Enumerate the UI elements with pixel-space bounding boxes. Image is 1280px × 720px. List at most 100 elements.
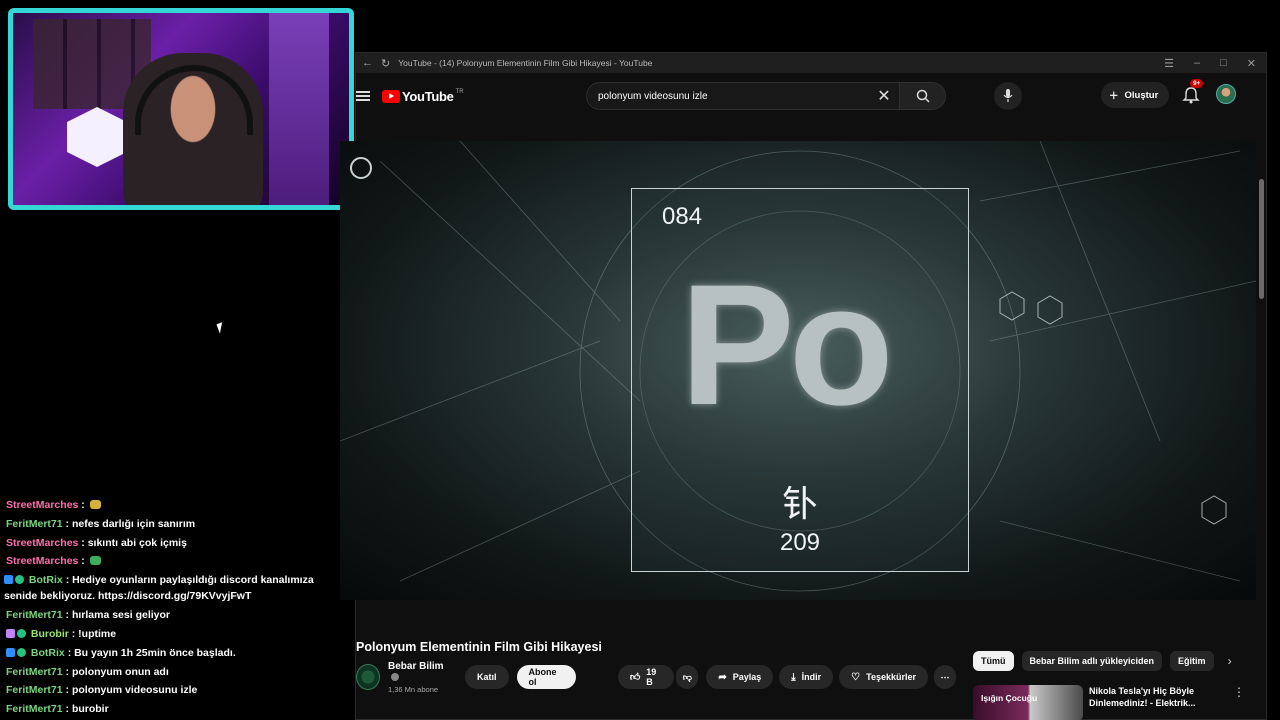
share-button[interactable]: ➦ Paylaş — [706, 665, 774, 689]
reload-icon[interactable]: ↻ — [381, 57, 390, 70]
search-input[interactable] — [587, 83, 869, 109]
related-filter-chips: Tümü Bebar Bilim adlı yükleyiciden Eğiti… — [973, 651, 1232, 671]
chat-username[interactable]: FeritMert71 — [6, 518, 63, 530]
chat-username[interactable]: FeritMert71 — [6, 666, 63, 678]
chevron-right-icon[interactable]: › — [1228, 654, 1232, 668]
recommendation-menu-icon[interactable]: ⋮ — [1233, 685, 1245, 699]
video-player[interactable]: 084 Po 钋 209 — [340, 141, 1256, 600]
window-title: YouTube - (14) Polonyum Elementinin Film… — [398, 58, 653, 68]
channel-name[interactable]: Bebar Bilim — [388, 661, 449, 683]
thumbnail-text: Işığın Çocuğu — [981, 693, 1038, 703]
search-icon — [916, 89, 930, 103]
recommended-title[interactable]: Nikola Tesla'yı Hiç Böyle Dinlemediniz! … — [1089, 685, 1229, 720]
dislike-button[interactable]: 👎︎ — [676, 665, 699, 689]
recommended-video[interactable]: Işığın Çocuğu Nikola Tesla'yı Hiç Böyle … — [973, 685, 1243, 720]
chat-username[interactable]: BotRix — [29, 574, 63, 586]
download-button[interactable]: ⤓ İndir — [779, 665, 834, 689]
chat-message: StreetMarches : sıkıntı abi çok içmiş — [0, 534, 338, 553]
account-avatar[interactable] — [1216, 84, 1236, 104]
chat-username[interactable]: StreetMarches — [6, 499, 78, 511]
chat-message: StreetMarches : — [0, 552, 338, 571]
chat-text: : Bu yayın 1h 25min önce başladı. — [67, 646, 236, 659]
channel-watermark-icon[interactable] — [350, 157, 372, 179]
like-count: 19 B — [646, 667, 657, 687]
download-icon: ⤓ — [791, 671, 796, 683]
element-atomic-number: 084 — [662, 203, 703, 230]
chat-message: FeritMert71 : polonyum videosunu izle — [0, 681, 338, 700]
create-button[interactable]: ＋ Oluştur — [1101, 82, 1170, 108]
app-menu-icon[interactable]: ☰ — [1164, 57, 1174, 70]
chat-username[interactable]: FeritMert71 — [6, 703, 63, 715]
chat-username[interactable]: StreetMarches — [6, 555, 78, 567]
mouse-cursor-icon — [216, 322, 226, 334]
country-code: TR — [455, 89, 464, 95]
back-arrow-icon[interactable]: ← — [362, 57, 373, 69]
notifications-bell-icon[interactable] — [1181, 85, 1201, 105]
search-button[interactable] — [899, 83, 945, 109]
recommended-thumbnail[interactable]: Işığın Çocuğu — [973, 685, 1083, 720]
owner-row: Bebar Bilim 1,36 Mn abone Katıl Abone ol… — [356, 661, 956, 694]
webcam-door — [269, 13, 329, 205]
plus-icon: ＋ — [1109, 91, 1119, 102]
youtube-logo[interactable]: YouTube TR — [382, 89, 464, 104]
more-icon: ⋯ — [940, 671, 950, 682]
browser-window: ← ↻ YouTube - (14) Polonyum Elementinin … — [340, 52, 1267, 720]
title-bar: ← ↻ YouTube - (14) Polonyum Elementinin … — [356, 53, 1266, 73]
thumbs-down-icon: 👎︎ — [682, 671, 692, 682]
thanks-heart-icon: ♡ — [851, 671, 861, 683]
chat-message: BotRix : Bu yayın 1h 25min önce başladı. — [0, 644, 338, 663]
chat-text: : — [81, 499, 85, 511]
chat-message: StreetMarches : — [0, 496, 338, 515]
bot-badge-icon — [4, 575, 13, 585]
voice-search-button[interactable] — [994, 82, 1022, 110]
chat-username[interactable]: BotRix — [31, 647, 65, 659]
chat-message: Burobir : !uptime — [0, 625, 338, 644]
minimize-icon[interactable]: – — [1194, 57, 1200, 70]
youtube-logo-text: YouTube — [402, 88, 454, 104]
youtube-header: YouTube TR ✕ ＋ Oluştur 9+ — [356, 73, 1266, 119]
hamburger-menu-icon[interactable] — [356, 91, 370, 101]
verified-badge-icon — [17, 647, 26, 657]
like-button[interactable]: 👍︎ 19 B — [617, 665, 675, 689]
chat-text: : nefes darlığı için sanırım — [65, 517, 196, 530]
video-title: Polonyum Elementinin Film Gibi Hikayesi — [356, 640, 602, 654]
window-controls: ☰ – □ ✕ — [1164, 57, 1256, 70]
chat-username[interactable]: FeritMert71 — [6, 609, 63, 621]
scrollbar[interactable] — [1259, 119, 1264, 719]
element-mass: 209 — [779, 529, 821, 556]
webcam-overlay — [8, 8, 354, 210]
verified-badge-icon — [17, 628, 26, 638]
thanks-button[interactable]: ♡ Teşekkürler — [839, 665, 928, 689]
chat-username[interactable]: Burobir — [31, 628, 69, 640]
clear-search-icon[interactable]: ✕ — [869, 86, 899, 106]
sub-badge-icon — [6, 628, 15, 638]
scrollbar-thumb[interactable] — [1259, 179, 1264, 299]
search-box: ✕ — [586, 82, 946, 110]
chat-text: : hırlama sesi geliyor — [65, 609, 170, 622]
join-button[interactable]: Katıl — [465, 665, 509, 689]
chat-text: : sıkıntı abi çok içmiş — [81, 536, 187, 549]
chat-username[interactable]: FeritMert71 — [6, 684, 63, 696]
verified-icon — [391, 672, 399, 681]
chat-panel: StreetMarches : FeritMert71 : nefes darl… — [0, 496, 338, 719]
chat-username[interactable]: StreetMarches — [6, 537, 78, 549]
chip-education[interactable]: Eğitim — [1170, 651, 1214, 671]
chat-text: : polonyum videosunu izle — [65, 684, 198, 697]
chat-message: FeritMert71 : nefes darlığı için sanırım — [0, 515, 338, 534]
microphone-icon — [1003, 89, 1013, 102]
maximize-icon[interactable]: □ — [1220, 57, 1227, 70]
subscriber-count: 1,36 Mn abone — [388, 684, 439, 694]
share-label: Paylaş — [732, 672, 762, 682]
close-icon[interactable]: ✕ — [1247, 57, 1256, 70]
subscribe-button[interactable]: Abone ol — [516, 665, 576, 689]
download-label: İndir — [801, 672, 822, 682]
element-cjk-name: 钋 — [781, 484, 818, 525]
chip-from-uploader[interactable]: Bebar Bilim adlı yükleyiciden — [1021, 651, 1163, 671]
more-actions-button[interactable]: ⋯ — [934, 665, 956, 689]
chip-all[interactable]: Tümü — [973, 651, 1014, 671]
chat-text: : burobir — [65, 703, 109, 716]
youtube-play-icon — [382, 89, 400, 103]
chat-text: : — [81, 555, 85, 568]
channel-avatar[interactable] — [356, 664, 380, 690]
thumbs-up-icon: 👍︎ — [629, 672, 641, 683]
